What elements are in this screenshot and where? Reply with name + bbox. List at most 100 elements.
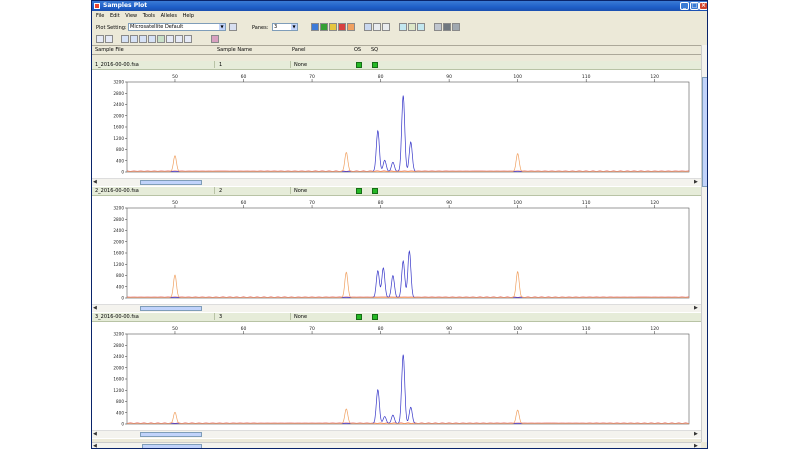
sample-name-value: 3	[219, 314, 223, 320]
sample-name-value: 1	[219, 62, 223, 68]
x-tick-label: 70	[309, 200, 315, 206]
col-os[interactable]: OS	[354, 47, 361, 53]
os-flag-icon	[356, 62, 362, 68]
full-view-icon[interactable]	[139, 35, 147, 43]
x-tick-label: 90	[446, 326, 452, 332]
menu-edit[interactable]: Edit	[110, 13, 120, 19]
pane-horizontal-scrollbar[interactable]: ◀ ▶	[92, 304, 701, 312]
y-tick-label: 2800	[113, 343, 124, 348]
plot-setting-select[interactable]: Microsatellite Default ▼	[128, 23, 226, 31]
markers-icon[interactable]	[417, 23, 425, 31]
y-tick-label: 1600	[113, 377, 124, 382]
scroll-thumb[interactable]	[140, 432, 202, 437]
app-icon	[94, 3, 100, 9]
scroll-right-icon[interactable]: ▶	[694, 443, 698, 448]
sample-name-value: 2	[219, 188, 223, 194]
close-button[interactable]: ×	[699, 2, 707, 10]
scroll-left-icon[interactable]: ◀	[93, 443, 97, 448]
export-icon[interactable]	[452, 23, 460, 31]
panes-label: Panes:	[252, 25, 269, 31]
sample-info-icon[interactable]	[211, 35, 219, 43]
zoom-out-icon[interactable]	[105, 35, 113, 43]
green-dye-icon[interactable]	[320, 23, 328, 31]
col-sample-file[interactable]: Sample File	[95, 47, 124, 53]
menu-view[interactable]: View	[125, 13, 137, 19]
x-tick-label: 60	[241, 74, 247, 80]
vertical-scrollbar[interactable]	[701, 45, 707, 442]
electropherogram-plot[interactable]: 50 60 70 80 90 100 110 120040080012001600200024…	[92, 321, 701, 430]
panel-value: None	[294, 188, 308, 194]
x-tick-label: 110	[582, 326, 591, 332]
allele-label-icon[interactable]	[175, 35, 183, 43]
plot-setting-label: Plot Setting:	[96, 25, 127, 31]
scroll-left-icon[interactable]: ◀	[93, 179, 97, 185]
fit-icon[interactable]	[157, 35, 165, 43]
text-label-icon[interactable]	[382, 23, 390, 31]
plot-frame	[126, 333, 690, 425]
sample-pane-3: 3_2016-00-00.fsa 3 None 50 60 70 80 90 100 110…	[92, 313, 701, 439]
sq-flag-icon	[372, 188, 378, 194]
sample-file-value: 3_2016-00-00.fsa	[95, 314, 139, 320]
red-dye-icon[interactable]	[338, 23, 346, 31]
scroll-thumb[interactable]	[140, 180, 202, 185]
scroll-thumb[interactable]	[140, 306, 202, 311]
scroll-thumb[interactable]	[142, 444, 202, 448]
pane-horizontal-scrollbar[interactable]: ◀ ▶	[92, 178, 701, 186]
yellow-dye-icon[interactable]	[329, 23, 337, 31]
x-tick-label: 120	[650, 326, 659, 332]
peak-label-icon[interactable]	[166, 35, 174, 43]
y-tick-label: 3200	[113, 332, 124, 337]
scroll-left-icon[interactable]: ◀	[93, 431, 97, 437]
electropherogram-plot[interactable]: 50 60 70 80 90 100 110 120040080012001600200024…	[92, 69, 701, 178]
sq-flag-icon	[372, 314, 378, 320]
menu-tools[interactable]: Tools	[143, 13, 155, 19]
x-tick-label: 80	[378, 74, 384, 80]
orange-dye-icon[interactable]	[347, 23, 355, 31]
col-sq[interactable]: SQ	[371, 47, 378, 53]
x-tick-label: 110	[582, 200, 591, 206]
y-tick-label: 800	[116, 273, 124, 278]
y-tick-label: 1200	[113, 136, 124, 141]
menu-file[interactable]: File	[96, 13, 104, 19]
y-tick-label: 800	[116, 147, 124, 152]
zoom-x-icon[interactable]	[121, 35, 129, 43]
scroll-left-icon[interactable]: ◀	[93, 305, 97, 311]
electropherogram-plot[interactable]: 50 60 70 80 90 100 110 120040080012001600200024…	[92, 195, 701, 304]
col-sample-name[interactable]: Sample Name	[217, 47, 252, 53]
os-flag-icon	[356, 188, 362, 194]
x-tick-label: 70	[309, 326, 315, 332]
menu-alleles[interactable]: Alleles	[161, 13, 177, 19]
x-tick-label: 80	[378, 200, 384, 206]
maximize-button[interactable]: □	[690, 2, 699, 10]
menu-help[interactable]: Help	[183, 13, 194, 19]
bins-icon[interactable]	[408, 23, 416, 31]
default-view-icon[interactable]	[184, 35, 192, 43]
panes-select[interactable]: 3 ▼	[272, 23, 298, 31]
y-tick-label: 1600	[113, 251, 124, 256]
scroll-right-icon[interactable]: ▶	[694, 431, 698, 437]
sizing-icon[interactable]	[399, 23, 407, 31]
plot-setting-value: Microsatellite Default	[130, 24, 184, 30]
pane-horizontal-scrollbar[interactable]: ◀ ▶	[92, 430, 701, 438]
blue-dye-icon[interactable]	[311, 23, 319, 31]
plot-setting-editor-icon[interactable]	[229, 23, 237, 31]
y-tick-label: 1200	[113, 388, 124, 393]
save-icon[interactable]	[434, 23, 442, 31]
col-panel[interactable]: Panel	[292, 47, 306, 53]
title-bar[interactable]: Samples Plot _ □ ×	[92, 1, 707, 11]
grid-icon[interactable]	[373, 23, 381, 31]
zoom-in-icon[interactable]	[96, 35, 104, 43]
x-tick-label: 120	[650, 74, 659, 80]
bottom-horizontal-scrollbar[interactable]: ◀ ▶	[92, 442, 701, 448]
y-tick-label: 2800	[113, 217, 124, 222]
table-view-icon[interactable]	[364, 23, 372, 31]
scroll-right-icon[interactable]: ▶	[694, 305, 698, 311]
vertical-scroll-thumb[interactable]	[702, 77, 707, 187]
print-icon[interactable]	[443, 23, 451, 31]
reset-zoom-icon[interactable]	[148, 35, 156, 43]
minimize-button[interactable]: _	[680, 2, 689, 10]
x-tick-label: 50	[172, 200, 178, 206]
zoom-y-icon[interactable]	[130, 35, 138, 43]
y-tick-label: 2000	[113, 113, 124, 118]
scroll-right-icon[interactable]: ▶	[694, 179, 698, 185]
